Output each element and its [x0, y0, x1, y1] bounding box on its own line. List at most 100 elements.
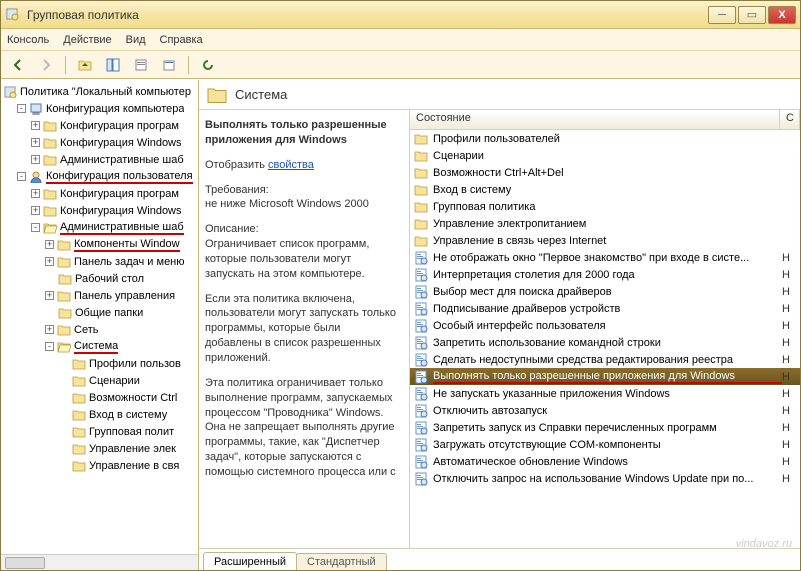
list-row[interactable]: Загружать отсутствующие COM-компонентыН — [410, 436, 800, 453]
list-state: Н — [782, 252, 796, 264]
expand-toggle[interactable]: - — [45, 342, 54, 351]
desc-p3: Эта политика ограничивает только выполне… — [205, 376, 399, 480]
list-row[interactable]: Запретить запуск из Справки перечисленны… — [410, 419, 800, 436]
tree-item[interactable]: +Административные шаб — [1, 151, 198, 168]
tree-item[interactable]: Общие папки — [1, 304, 198, 321]
expand-toggle[interactable]: + — [31, 138, 40, 147]
app-window: Групповая политика ─ ▭ X Консоль Действи… — [0, 0, 801, 571]
tree-item[interactable]: - Конфигурация компьютера — [1, 100, 198, 117]
expand-toggle[interactable]: - — [17, 104, 26, 113]
tree-item[interactable]: Вход в систему — [1, 406, 198, 423]
list-row[interactable]: Управление в связь через Internet — [410, 232, 800, 249]
menu-help[interactable]: Справка — [160, 34, 203, 46]
col-state[interactable]: Состояние — [410, 110, 780, 129]
list-row[interactable]: Отключить автозапускН — [410, 402, 800, 419]
list-row[interactable]: Подписывание драйверов устройствН — [410, 300, 800, 317]
tree-label: Вход в систему — [89, 409, 167, 421]
list-label: Групповая политика — [433, 201, 782, 213]
list-label: Не отображать окно "Первое знакомство" п… — [433, 252, 782, 264]
tree-item[interactable]: -Конфигурация пользователя — [1, 168, 198, 185]
list-row[interactable]: Вход в систему — [410, 181, 800, 198]
list-row[interactable]: Возможности Ctrl+Alt+Del — [410, 164, 800, 181]
list-row[interactable]: Запретить использование командной строки… — [410, 334, 800, 351]
list-row[interactable]: Выбор мест для поиска драйверовН — [410, 283, 800, 300]
col-s[interactable]: С — [780, 110, 800, 129]
menu-view[interactable]: Вид — [126, 34, 146, 46]
export-button[interactable] — [158, 54, 180, 76]
list-row[interactable]: Интерпретация столетия для 2000 годаН — [410, 266, 800, 283]
titlebar[interactable]: Групповая политика ─ ▭ X — [1, 1, 800, 29]
nav-back-button[interactable] — [7, 54, 29, 76]
refresh-button[interactable] — [197, 54, 219, 76]
tree-hscrollbar[interactable] — [1, 554, 198, 570]
tree-item[interactable]: +Конфигурация Windows — [1, 202, 198, 219]
show-tree-button[interactable] — [102, 54, 124, 76]
list-body[interactable]: Профили пользователей Сценарии Возможности… — [410, 130, 800, 548]
maximize-button[interactable]: ▭ — [738, 6, 766, 24]
list-row[interactable]: Сделать недоступными средства редактиров… — [410, 351, 800, 368]
list-row[interactable]: Профили пользователей — [410, 130, 800, 147]
tree-item[interactable]: Групповая полит — [1, 423, 198, 440]
list-label: Отключить автозапуск — [433, 405, 782, 417]
up-button[interactable] — [74, 54, 96, 76]
menu-console[interactable]: Консоль — [7, 34, 49, 46]
nav-fwd-button[interactable] — [35, 54, 57, 76]
expand-toggle[interactable]: + — [45, 257, 54, 266]
expand-toggle[interactable]: + — [31, 189, 40, 198]
tree-item[interactable]: -Административные шаб — [1, 219, 198, 236]
list-row[interactable]: Групповая политика — [410, 198, 800, 215]
tree-label: Компоненты Window — [74, 238, 180, 252]
tree-label: Конфигурация Windows — [60, 137, 182, 149]
tab-standard[interactable]: Стандартный — [296, 553, 387, 570]
list-row[interactable]: Не отображать окно "Первое знакомство" п… — [410, 249, 800, 266]
list-row[interactable]: Выполнять только разрешенные приложения … — [410, 368, 800, 385]
list-label: Профили пользователей — [433, 133, 782, 145]
tree-item[interactable]: +Сеть — [1, 321, 198, 338]
list-label: Возможности Ctrl+Alt+Del — [433, 167, 782, 179]
properties-button[interactable] — [130, 54, 152, 76]
expand-toggle[interactable]: - — [17, 172, 26, 181]
close-button[interactable]: X — [768, 6, 796, 24]
list-row[interactable]: Управление электропитанием — [410, 215, 800, 232]
folder-icon — [414, 200, 430, 214]
tree-item[interactable]: +Конфигурация програм — [1, 117, 198, 134]
expand-toggle[interactable]: + — [31, 155, 40, 164]
req-label: Требования: — [205, 184, 269, 196]
tab-extended[interactable]: Расширенный — [203, 552, 297, 570]
tree-item[interactable]: -Система — [1, 338, 198, 355]
folder-icon — [43, 136, 57, 149]
expand-toggle[interactable]: + — [31, 121, 40, 130]
expand-toggle[interactable]: + — [45, 291, 54, 300]
tree-item[interactable]: +Панель управления — [1, 287, 198, 304]
policy-icon — [414, 302, 430, 316]
tree-item[interactable]: Рабочий стол — [1, 270, 198, 287]
menu-action[interactable]: Действие — [63, 34, 111, 46]
expand-toggle[interactable]: - — [31, 223, 40, 232]
folder-icon — [58, 272, 72, 285]
tree-item[interactable]: Профили пользов — [1, 355, 198, 372]
list-row[interactable]: Автоматическое обновление WindowsН — [410, 453, 800, 470]
tree-item[interactable]: + Компоненты Window — [1, 236, 198, 253]
tree-label: Рабочий стол — [75, 273, 144, 285]
tree-item[interactable]: +Панель задач и меню — [1, 253, 198, 270]
tree-item[interactable]: Управление элек — [1, 440, 198, 457]
tree-item[interactable]: Управление в свя — [1, 457, 198, 474]
expand-toggle[interactable]: + — [31, 206, 40, 215]
properties-link[interactable]: свойства — [268, 159, 314, 171]
list-row[interactable]: Особый интерфейс пользователяН — [410, 317, 800, 334]
list-row[interactable]: Не запускать указанные приложения Window… — [410, 385, 800, 402]
tree-item[interactable]: + Конфигурация Windows — [1, 134, 198, 151]
tree-item[interactable]: +Конфигурация програм — [1, 185, 198, 202]
list-header[interactable]: Состояние С — [410, 110, 800, 130]
tree-item[interactable]: Возможности Ctrl — [1, 389, 198, 406]
tree-root[interactable]: Политика "Локальный компьютер — [1, 83, 198, 100]
tree-item[interactable]: Сценарии — [1, 372, 198, 389]
policy-icon — [414, 251, 430, 265]
list-row[interactable]: Отключить запрос на использование Window… — [410, 470, 800, 487]
minimize-button[interactable]: ─ — [708, 6, 736, 24]
tree-label: Конфигурация компьютера — [46, 103, 184, 115]
list-row[interactable]: Сценарии — [410, 147, 800, 164]
expand-toggle[interactable]: + — [45, 240, 54, 249]
expand-toggle[interactable]: + — [45, 325, 54, 334]
folder-icon — [72, 374, 86, 387]
